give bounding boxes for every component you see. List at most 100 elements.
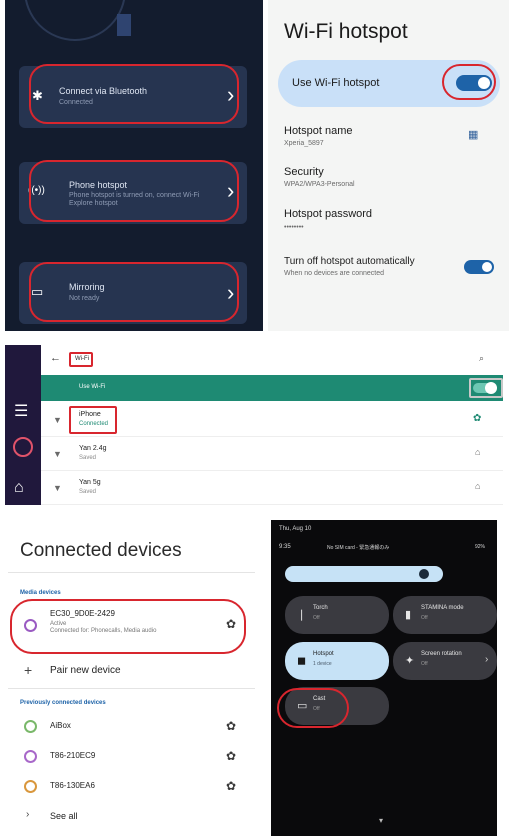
torch-icon: ❘ [297, 609, 307, 621]
page-title: Connected devices [20, 540, 182, 561]
gear-icon[interactable]: ✿ [226, 617, 236, 631]
home-icon[interactable]: ⌂ [14, 479, 24, 497]
hotspot-name-label: Hotspot name [284, 125, 353, 137]
menu-icon[interactable]: ☰ [14, 401, 28, 421]
tile-status: Off [421, 615, 428, 621]
hotspot-subtitle-2: Explore hotspot [69, 200, 118, 207]
battery-level: 92% [475, 544, 486, 550]
network-row[interactable]: ▼ Yan 2.4g Saved ⌂ [41, 437, 503, 471]
hotspot-icon: ((•)) [28, 185, 45, 196]
chevron-right-icon: › [485, 654, 489, 665]
mirroring-status: Not ready [69, 295, 100, 302]
car-connection-menu: ✱ Connect via Bluetooth Connected › ((•)… [5, 0, 263, 331]
hotspot-icon: ◼ [297, 655, 307, 667]
bluetooth-status: Connected [59, 99, 93, 106]
device-icon [24, 780, 37, 793]
tile-label: Hotspot [313, 651, 334, 657]
hotspot-tile[interactable]: ◼ Hotspot 1 device [285, 642, 389, 680]
screen-rotation-tile[interactable]: ✦ Screen rotation Off › [393, 642, 497, 680]
cast-tile[interactable]: ▭ Cast Off [285, 687, 389, 725]
clock: 9:35 [279, 544, 291, 550]
hotspot-name-value: Xperia_5897 [284, 140, 324, 147]
device-status: Active [50, 621, 67, 627]
network-status: Connected [79, 421, 109, 427]
lock-icon: ⌂ [475, 447, 481, 457]
bluetooth-icon: ✱ [32, 88, 43, 103]
chevron-right-icon: › [227, 280, 235, 305]
page-title: Wi-Fi [75, 356, 89, 362]
no-sign-icon [13, 437, 33, 457]
device-row[interactable]: T86-130EA6 ✿ [8, 772, 255, 800]
sim-status: No SIM card - 緊急通報のみ [327, 545, 390, 551]
tile-label: STAMINA mode [421, 605, 464, 611]
mirroring-tile[interactable]: ▭ Mirroring Not ready [19, 262, 247, 324]
hotspot-name-row[interactable]: Hotspot name Xperia_5897 ▦ [268, 118, 509, 158]
stamina-mode-tile[interactable]: ▮ STAMINA mode Off [393, 596, 497, 634]
device-name: T86-130EA6 [50, 781, 95, 790]
hotspot-password-label: Hotspot password [284, 208, 373, 220]
device-row[interactable]: T86-210EC9 ✿ [8, 742, 255, 770]
gear-icon[interactable]: ✿ [226, 749, 236, 763]
device-description: Connected for: Phonecalls, Media audio [50, 628, 157, 634]
gear-icon[interactable]: ✿ [473, 413, 481, 424]
see-all-row[interactable]: › See all [8, 802, 255, 830]
back-arrow-icon[interactable]: ← [50, 352, 61, 364]
tile-status: Off [313, 706, 320, 712]
phone-hotspot-tile[interactable]: ((•)) Phone hotspot Phone hotspot is tur… [19, 162, 247, 224]
search-icon[interactable]: ⌕ [479, 353, 484, 364]
device-row[interactable]: AiBox ✿ [8, 712, 255, 740]
brightness-thumb[interactable] [419, 569, 429, 579]
bluetooth-title: Connect via Bluetooth [59, 86, 148, 96]
use-wifi-row[interactable]: Use Wi-Fi [41, 375, 503, 401]
plus-icon: + [24, 662, 33, 678]
headset-icon [24, 619, 37, 632]
use-hotspot-toggle[interactable] [456, 75, 492, 91]
drag-handle-icon[interactable]: ▾ [379, 816, 383, 825]
auto-off-row[interactable]: Turn off hotspot automatically When no d… [268, 250, 509, 286]
device-icon [24, 720, 37, 733]
wifi-network-list: ☰ ⌂ ← Wi-Fi ⌕ Use Wi-Fi ▼ iPhone Connect… [5, 345, 503, 505]
tile-status: Off [421, 661, 428, 667]
connected-devices: Connected devices Media devices EC30_9D0… [8, 520, 255, 836]
pair-new-device-row[interactable]: + Pair new device [8, 658, 255, 684]
active-device-row[interactable]: EC30_9D0E-2429 Active Connected for: Pho… [8, 600, 255, 654]
security-label: Security [284, 166, 324, 178]
brightness-slider[interactable] [285, 566, 443, 582]
chevron-right-icon: › [26, 809, 30, 820]
qr-code-icon[interactable]: ▦ [468, 128, 478, 141]
network-row[interactable]: ▼ iPhone Connected ✿ [41, 403, 503, 437]
bluetooth-tile[interactable]: ✱ Connect via Bluetooth Connected [19, 66, 247, 128]
wifi-signal-icon: ▼ [53, 449, 62, 459]
network-name: Yan 5g [79, 479, 101, 486]
security-row[interactable]: Security WPA2/WPA3-Personal [268, 160, 509, 196]
mirroring-icon: ▭ [31, 284, 44, 299]
hotspot-password-value: •••••••• [284, 224, 304, 231]
gear-icon[interactable]: ✿ [226, 719, 236, 733]
wifi-signal-icon: ▼ [53, 483, 62, 493]
auto-off-label: Turn off hotspot automatically [284, 256, 415, 267]
device-name: EC30_9D0E-2429 [50, 609, 115, 618]
network-status: Saved [79, 489, 97, 495]
use-hotspot-row[interactable]: Use Wi-Fi hotspot [278, 60, 500, 107]
network-status: Saved [79, 455, 97, 461]
auto-off-toggle[interactable] [464, 260, 494, 274]
wifi-signal-icon: ▼ [53, 415, 62, 425]
decorative-arcs [25, 0, 131, 41]
device-icon [24, 750, 37, 763]
network-name: iPhone [79, 411, 101, 418]
use-wifi-label: Use Wi-Fi [79, 384, 106, 390]
tile-label: Cast [313, 696, 326, 702]
hotspot-title: Phone hotspot [69, 180, 128, 190]
auto-off-subtitle: When no devices are connected [284, 270, 385, 277]
device-name: T86-210EC9 [50, 751, 96, 760]
network-row[interactable]: ▼ Yan 5g Saved ⌂ [41, 471, 503, 505]
torch-tile[interactable]: ❘ Torch Off [285, 596, 389, 634]
cast-icon: ▭ [297, 700, 308, 712]
wifi-hotspot-settings: Wi-Fi hotspot Use Wi-Fi hotspot Hotspot … [268, 0, 509, 331]
use-wifi-toggle[interactable] [473, 382, 497, 394]
page-title: Wi-Fi hotspot [284, 20, 408, 43]
hotspot-password-row[interactable]: Hotspot password •••••••• [268, 203, 509, 239]
gear-icon[interactable]: ✿ [226, 779, 236, 793]
mirroring-title: Mirroring [69, 282, 105, 292]
tile-status: 1 device [313, 661, 332, 667]
